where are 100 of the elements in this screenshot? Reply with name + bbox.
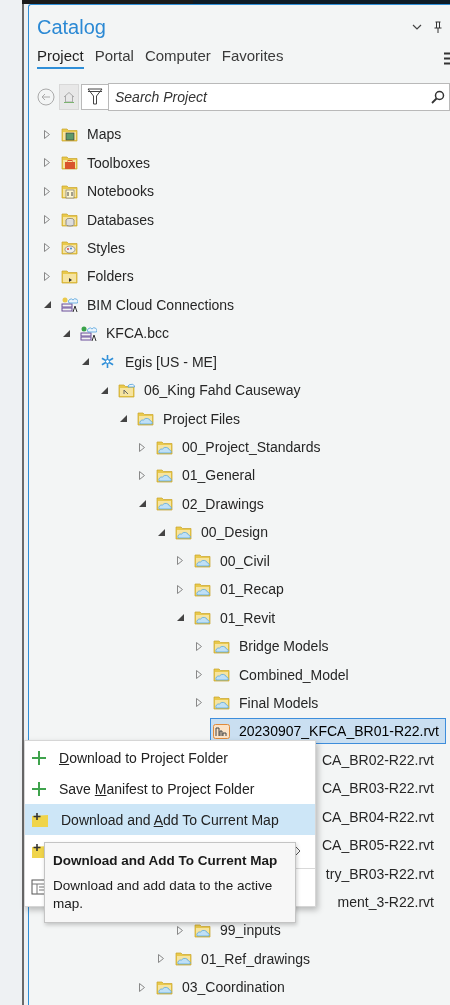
tree-item-label[interactable]: 03_Coordination [182, 979, 285, 996]
cloud-folder-icon [194, 921, 211, 939]
tooltip-title: Download and Add To Current Map [53, 853, 279, 868]
tree-item-label[interactable]: KFCA.bcc [106, 325, 169, 342]
expand-caret-icon[interactable] [44, 129, 50, 139]
expand-caret-icon[interactable] [158, 954, 164, 964]
cloud-server-icon [80, 324, 97, 342]
tab[interactable]: Computer [144, 45, 211, 69]
collapse-caret-icon[interactable] [157, 528, 165, 536]
expand-caret-icon[interactable] [177, 556, 183, 566]
tree-item-label[interactable]: BIM Cloud Connections [87, 296, 235, 313]
cloud-folder-icon [213, 666, 230, 684]
cloud-folder-icon [213, 637, 230, 655]
project-folder-icon [118, 381, 135, 399]
cloud-folder-icon [156, 495, 173, 513]
cloud-folder-icon [194, 609, 211, 627]
file-name[interactable]: CA_BR02-R22.rvt [321, 751, 434, 768]
back-icon[interactable] [37, 88, 55, 106]
tree-item-label[interactable]: 00_Project_Standards [182, 439, 321, 456]
expand-caret-icon[interactable] [139, 442, 145, 452]
expand-caret-icon[interactable] [44, 215, 50, 225]
expand-caret-icon[interactable] [196, 641, 202, 651]
add-to-map-icon [31, 811, 49, 828]
expand-caret-icon[interactable] [44, 186, 50, 196]
expand-caret-icon[interactable] [196, 670, 202, 680]
file-name[interactable]: ment_3-R22.rvt [337, 894, 434, 911]
file-name[interactable]: CA_BR03-R22.rvt [321, 780, 434, 797]
menu-item[interactable]: Download and Add To Current Map [25, 804, 315, 835]
expand-caret-icon[interactable] [139, 982, 145, 992]
cloud-folder-icon [137, 410, 154, 428]
expand-caret-icon[interactable] [44, 158, 50, 168]
folder-icon [61, 267, 78, 285]
tree-item-label[interactable]: 01_Recap [220, 581, 284, 598]
tree-item-label[interactable]: Maps [87, 126, 122, 143]
tab[interactable]: Favorites [221, 45, 284, 69]
menu-icon[interactable] [444, 52, 450, 65]
expand-caret-icon[interactable] [177, 584, 183, 594]
cloud-folder-icon [156, 438, 173, 456]
tree-item-label[interactable]: Toolboxes [87, 154, 151, 171]
tree-item-label[interactable]: 02_Drawings [182, 495, 264, 512]
map-folder-icon [61, 125, 78, 143]
expand-caret-icon[interactable] [139, 470, 145, 480]
tree-item-label[interactable]: 20230907_KFCA_BR01-R22.rvt [239, 723, 439, 740]
pin-icon[interactable] [434, 21, 442, 33]
tree-item-label[interactable]: 01_General [182, 467, 256, 484]
collapse-caret-icon[interactable] [81, 358, 89, 366]
tree-item-label[interactable]: Databases [87, 211, 154, 228]
home-icon [63, 91, 75, 103]
cloud-folder-icon [194, 580, 211, 598]
cloud-folder-icon [156, 978, 173, 996]
cloud-folder-icon [175, 950, 192, 968]
tree-item-label[interactable]: Project Files [163, 410, 241, 427]
tree-item-label[interactable]: Notebooks [87, 183, 154, 200]
filter-button[interactable] [81, 84, 109, 110]
menu-item[interactable]: Download to Project Folder [25, 742, 315, 773]
file-name[interactable]: CA_BR04-R22.rvt [321, 808, 434, 825]
notebook-folder-icon [61, 182, 78, 200]
tree-item-label[interactable]: 01_Revit [220, 609, 276, 626]
chevron-down-icon[interactable] [412, 24, 422, 30]
collapse-caret-icon[interactable] [176, 614, 184, 622]
plus-icon [31, 780, 47, 797]
tree-item-label[interactable]: Bridge Models [239, 638, 329, 655]
tree-item-label[interactable]: Folders [87, 268, 134, 285]
expand-caret-icon[interactable] [196, 698, 202, 708]
tree-item-label[interactable]: Styles [87, 239, 126, 256]
file-name[interactable]: CA_BR05-R22.rvt [321, 837, 434, 854]
cloud-server-icon [61, 296, 78, 314]
selected-tree-item[interactable]: 20230907_KFCA_BR01-R22.rvt [210, 718, 446, 745]
style-folder-icon [61, 239, 78, 257]
tab[interactable]: Project [37, 45, 84, 69]
database-folder-icon [61, 211, 78, 229]
tree-item-label[interactable]: Combined_Model [239, 666, 349, 683]
search-icon[interactable] [431, 90, 445, 104]
tree-item-label[interactable]: Final Models [239, 694, 319, 711]
tab[interactable]: Portal [94, 45, 134, 69]
cloud-folder-icon [194, 552, 211, 570]
tree-item-label[interactable]: Egis [US - ME] [125, 353, 217, 370]
cloud-folder-icon [213, 694, 230, 712]
tree-item-label[interactable]: 00_Design [201, 524, 268, 541]
tree-item-label[interactable]: 06_King Fahd Causeway [144, 382, 301, 399]
expand-caret-icon[interactable] [44, 243, 50, 253]
snowflake-icon [99, 353, 116, 371]
building-file-icon [213, 722, 230, 740]
tree-item-label[interactable]: 01_Ref_drawings [201, 950, 310, 967]
filter-icon [87, 88, 103, 106]
expand-caret-icon[interactable] [44, 271, 50, 281]
expand-caret-icon[interactable] [177, 925, 183, 935]
file-name[interactable]: try_BR03-R22.rvt [325, 865, 434, 882]
tooltip-text: Download and add data to the active map. [53, 877, 274, 913]
menu-item[interactable]: Save Manifest to Project Folder [25, 773, 315, 804]
collapse-caret-icon[interactable] [43, 301, 51, 309]
collapse-caret-icon[interactable] [138, 500, 146, 508]
collapse-caret-icon[interactable] [119, 415, 127, 423]
toolbox-folder-icon [61, 154, 78, 172]
tree-item-label[interactable]: 99_inputs [220, 922, 281, 939]
collapse-caret-icon[interactable] [100, 386, 108, 394]
tree-item-label[interactable]: 00_Civil [220, 552, 270, 569]
collapse-caret-icon[interactable] [62, 329, 70, 337]
pane-title: Catalog [37, 15, 107, 39]
cloud-folder-icon [175, 523, 192, 541]
